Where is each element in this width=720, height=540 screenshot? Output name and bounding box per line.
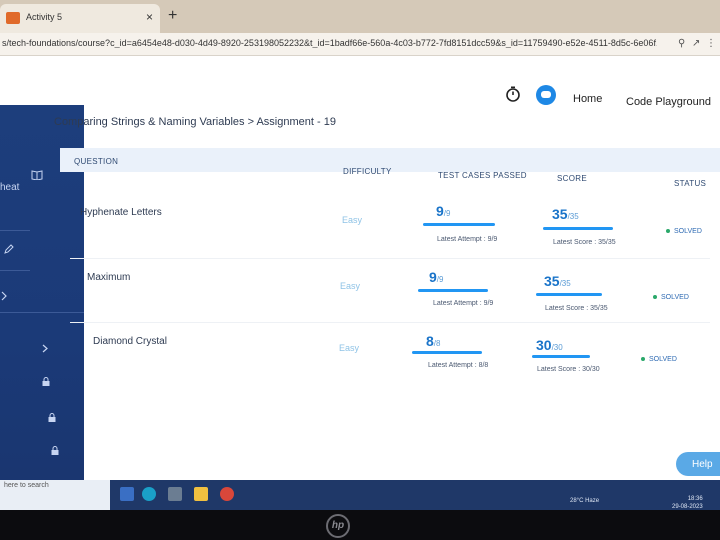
status-badge: SOLVED	[641, 356, 677, 363]
tests-progress-bar	[418, 289, 488, 292]
tests-passed-value: 8/8	[426, 333, 441, 349]
lock-icon	[51, 446, 59, 455]
score-progress-bar	[536, 293, 602, 296]
url-text[interactable]: s/tech-foundations/course?c_id=a6454e48-…	[2, 38, 657, 48]
score-value: 35/35	[552, 206, 579, 222]
column-header-question: QUESTION	[74, 157, 119, 166]
taskbar-search[interactable]: here to search	[0, 480, 110, 510]
lock-icon	[42, 377, 50, 386]
tests-passed-value: 9/9	[436, 203, 451, 219]
latest-score: Latest Score : 30/30	[537, 366, 600, 373]
row-divider	[70, 258, 710, 259]
solved-dot-icon	[666, 229, 670, 234]
favicon-icon	[6, 12, 20, 24]
chrome-icon[interactable]	[220, 487, 234, 501]
lock-icon	[48, 413, 56, 422]
address-bar[interactable]: s/tech-foundations/course?c_id=a6454e48-…	[0, 33, 720, 56]
share-icon[interactable]: ↗	[692, 38, 700, 49]
sidebar-divider	[0, 270, 30, 271]
score-value: 35/35	[544, 273, 571, 289]
column-header-status: STATUS	[674, 179, 707, 188]
store-icon[interactable]	[168, 487, 182, 501]
solved-dot-icon	[653, 295, 657, 300]
task-view-icon[interactable]	[120, 487, 134, 501]
screen: Activity 5 × + s/tech-foundations/course…	[0, 0, 720, 510]
latest-attempt: Latest Attempt : 8/8	[428, 362, 489, 369]
latest-score: Latest Score : 35/35	[545, 305, 608, 312]
question-name[interactable]: Diamond Crystal	[93, 336, 167, 347]
taskbar-search-text: here to search	[4, 482, 49, 489]
score-value: 30/30	[536, 337, 563, 353]
pencil-icon[interactable]	[4, 244, 14, 254]
laptop-bezel	[0, 510, 720, 540]
row-divider	[70, 322, 710, 323]
search-icon[interactable]: ⚲	[678, 38, 685, 49]
book-icon[interactable]	[31, 170, 43, 180]
nav-home-link[interactable]: Home	[573, 93, 602, 105]
column-header-test-cases: TEST CASES PASSED	[438, 171, 527, 180]
breadcrumb[interactable]: Comparing Strings & Naming Variables > A…	[54, 116, 336, 128]
tests-progress-bar	[423, 223, 495, 226]
latest-attempt: Latest Attempt : 9/9	[433, 300, 494, 307]
hp-logo-icon: hp	[326, 514, 350, 538]
app-header	[0, 56, 720, 117]
chevron-right-icon[interactable]	[42, 344, 48, 353]
tests-passed-value: 9/9	[429, 269, 444, 285]
status-badge: SOLVED	[666, 228, 702, 235]
taskbar-clock[interactable]: 18:36 29-08-2023	[672, 495, 703, 510]
nav-code-playground-link[interactable]: Code Playground	[626, 96, 711, 108]
tab-title: Activity 5	[26, 12, 63, 22]
latest-attempt: Latest Attempt : 9/9	[437, 236, 498, 243]
score-progress-bar	[532, 355, 590, 358]
timer-icon[interactable]	[505, 86, 521, 102]
solved-dot-icon	[641, 357, 645, 362]
chat-icon[interactable]	[536, 85, 556, 105]
browser-tab[interactable]: Activity 5 ×	[0, 4, 160, 33]
tests-progress-bar	[412, 351, 482, 354]
difficulty-label: Easy	[339, 343, 360, 353]
help-button[interactable]: Help	[676, 452, 720, 476]
taskbar: here to search 28°C Haze 18:36 29-08-2023	[0, 480, 720, 510]
difficulty-label: Easy	[340, 281, 361, 291]
difficulty-label: Easy	[342, 215, 363, 225]
sidebar-label-partial[interactable]: heat	[0, 182, 19, 193]
column-header-score: SCORE	[557, 174, 587, 183]
edge-icon[interactable]	[142, 487, 156, 501]
folder-icon[interactable]	[194, 487, 208, 501]
question-name[interactable]: Maximum	[87, 272, 130, 283]
code-icon[interactable]	[0, 290, 10, 302]
score-progress-bar	[543, 227, 613, 230]
new-tab-icon[interactable]: +	[168, 7, 177, 25]
more-icon[interactable]: ⋮	[706, 38, 716, 49]
sidebar-divider	[0, 230, 30, 231]
browser-tab-bar: Activity 5 × +	[0, 0, 720, 33]
tab-close-icon[interactable]: ×	[146, 10, 153, 24]
column-header-difficulty: DIFFICULTY	[343, 167, 392, 176]
latest-score: Latest Score : 35/35	[553, 239, 616, 246]
status-badge: SOLVED	[653, 294, 689, 301]
sidebar-divider	[0, 312, 84, 313]
taskbar-weather[interactable]: 28°C Haze	[570, 498, 599, 504]
question-name[interactable]: Hyphenate Letters	[80, 207, 162, 218]
